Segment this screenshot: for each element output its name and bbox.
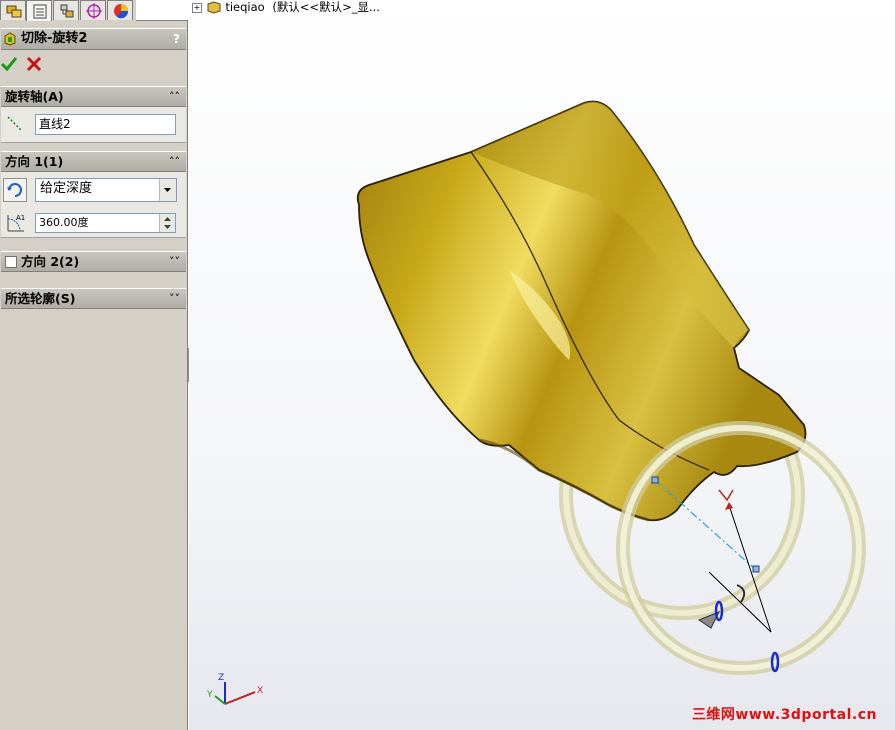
cancel-x-icon[interactable] [26,56,42,72]
reverse-direction-button[interactable] [3,178,27,202]
collapse-chevron-icon[interactable]: ˄˄ [169,87,180,106]
tab-configuration-manager[interactable] [53,0,79,20]
section-title-contours: 所选轮廓(S) [5,291,76,306]
part-icon [207,1,221,14]
feature-title: 切除-旋转2 [21,31,88,46]
ok-check-icon[interactable] [0,55,18,73]
angle-spinner[interactable] [159,214,175,232]
tree-expand-toggle[interactable]: + [192,2,202,13]
section-header-direction1[interactable]: 方向 1(1) ˄˄ [1,151,186,172]
tree-root-name: tieqiao [225,0,265,14]
section-header-contours[interactable]: 所选轮廓(S) ˅˅ [1,288,186,309]
cut-revolve-icon [4,32,16,46]
feature-title-bar: 切除-旋转2 ? [1,28,186,50]
property-manager: 切除-旋转2 ? 旋转轴(A) ˄˄ 直线2 方向 1(1) ˄˄ 给定深度 A… [0,0,188,730]
graphics-viewport[interactable]: Z X Y [189,0,895,730]
axis-selection-field[interactable]: 直线2 [35,114,176,135]
axis-line-icon [7,116,23,132]
flyout-feature-tree[interactable]: + tieqiao (默认<<默认>_显... [192,0,380,16]
svg-text:A1: A1 [16,214,25,222]
tab-display-manager[interactable] [107,0,133,20]
angle-icon: A1 [7,214,25,232]
tabs-spacer [136,0,188,21]
manager-tabs [0,0,188,21]
axis-panel: 直线2 [1,107,186,143]
spinner-arrows-icon [164,217,171,229]
tab-feature-manager[interactable] [0,0,26,20]
section-title-direction1: 方向 1(1) [5,154,64,169]
appearance-icon [114,4,129,19]
collapse-chevron-icon[interactable]: ˄˄ [169,152,180,171]
reverse-direction-icon [7,183,22,197]
end-condition-value: 给定深度 [40,181,93,196]
section-header-axis[interactable]: 旋转轴(A) ˄˄ [1,86,186,107]
triad-z-label: Z [218,673,224,683]
angle-input[interactable]: 360.00度 [35,213,176,233]
tree-config-label: (默认<<默认>_显... [272,0,380,14]
triad-x-label: X [257,686,263,696]
property-manager-icon [33,4,47,19]
section-title-direction2: 方向 2(2) [21,254,80,269]
triad-y-label: Y [206,690,213,700]
model-view: Z X Y [189,0,895,730]
tab-dimxpert-manager[interactable] [80,0,106,20]
chevron-down-icon [164,188,171,192]
axis-endpoint-handle[interactable] [752,565,760,573]
configuration-icon [60,4,74,18]
target-icon [86,3,102,19]
feature-tree-icon [6,5,22,18]
section-title-axis: 旋转轴(A) [5,89,64,104]
dropdown-arrow[interactable] [159,179,176,201]
axis-endpoint-handle[interactable] [651,476,659,484]
expand-chevron-icon[interactable]: ˅˅ [169,252,180,271]
watermark: 三维网www.3dportal.cn [691,707,877,723]
direction2-checkbox[interactable] [5,256,17,268]
end-condition-dropdown[interactable]: 给定深度 [35,178,177,202]
expand-chevron-icon[interactable]: ˅˅ [169,289,180,308]
help-button[interactable]: ? [173,29,180,49]
tab-property-manager[interactable] [26,0,52,21]
angle-value: 360.00度 [39,216,89,229]
section-header-direction2[interactable]: 方向 2(2) ˅˅ [1,251,186,272]
direction1-panel: 给定深度 A1 360.00度 [1,172,186,238]
ok-cancel-bar [0,52,186,78]
